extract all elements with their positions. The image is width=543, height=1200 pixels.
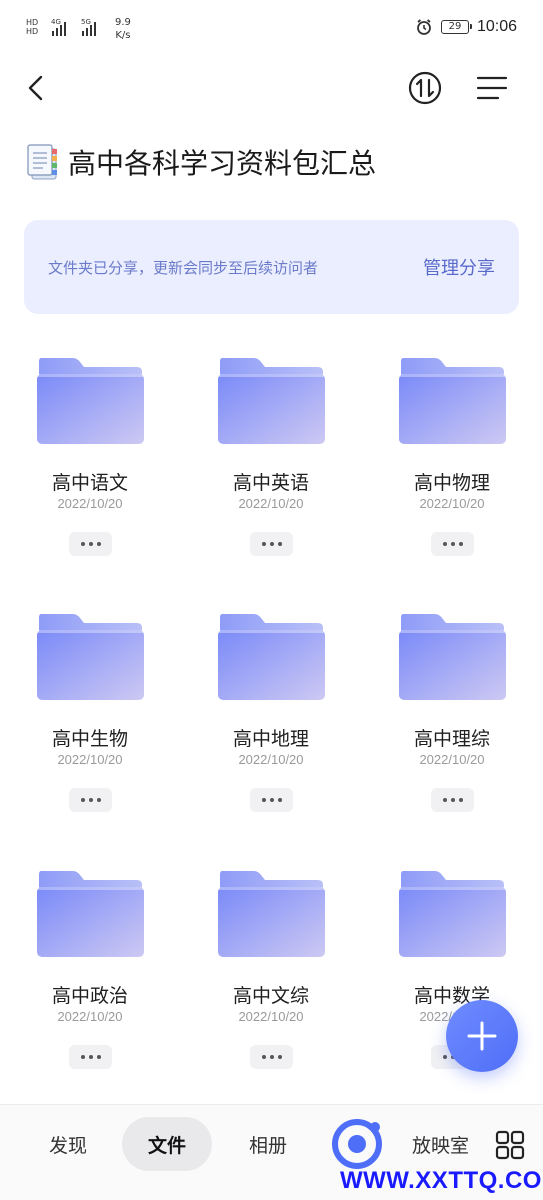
folder-icon (399, 358, 506, 444)
bottom-navigation: 发现 文件 相册 放映室 WWW.XXTTQ.COM (0, 1104, 543, 1200)
back-icon (28, 75, 43, 101)
folder-name: 高中语文 (51, 472, 128, 494)
plus-icon (467, 1021, 497, 1051)
more-options-button[interactable] (431, 532, 474, 556)
share-info-text: 文件夹已分享，更新会同步至后续访问者 (48, 258, 319, 277)
folder-item[interactable]: 高中政治 2022/10/20 (0, 853, 180, 1103)
more-options-button[interactable] (250, 1045, 293, 1069)
folder-item[interactable]: 高中物理 2022/10/20 (362, 340, 542, 590)
folder-name: 高中地理 (232, 728, 309, 750)
page-title: 高中各科学习资料包汇总 (68, 147, 377, 180)
folder-date: 2022/10/20 (419, 496, 485, 511)
more-options-button[interactable] (250, 532, 293, 556)
network-speed: 9.9 K/s (115, 16, 131, 42)
folder-name: 高中英语 (232, 472, 309, 494)
page-title-row: 高中各科学习资料包汇总 (26, 142, 376, 182)
sim-indicators: HD HD (26, 18, 38, 36)
network-type-1: 4G (51, 18, 61, 26)
folder-date: 2022/10/20 (57, 1009, 123, 1024)
folder-date: 2022/10/20 (57, 752, 123, 767)
folder-icon (37, 614, 144, 700)
folder-icon (399, 614, 506, 700)
clock: 10:06 (476, 18, 517, 35)
folder-item[interactable]: 高中地理 2022/10/20 (181, 596, 361, 846)
document-stack-icon (27, 144, 57, 180)
folder-icon (218, 871, 325, 957)
more-options-button[interactable] (69, 532, 112, 556)
folder-item[interactable]: 高中文综 2022/10/20 (181, 853, 361, 1103)
folder-name: 高中文综 (232, 985, 309, 1007)
nav-screening-room[interactable]: 放映室 (412, 1117, 488, 1171)
signal-icon: 5G (81, 18, 96, 36)
apps-grid-icon[interactable] (494, 1129, 526, 1161)
battery-icon: 29 (440, 20, 472, 34)
battery-level: 29 (448, 21, 462, 32)
signal-icon: 4G (51, 18, 66, 36)
folder-icon (399, 871, 506, 957)
folder-item[interactable]: 高中语文 2022/10/20 (0, 340, 180, 590)
folder-name: 高中数学 (413, 985, 490, 1007)
sort-icon (408, 71, 442, 105)
more-options-button[interactable] (69, 1045, 112, 1069)
speed-unit: K/s (115, 30, 131, 41)
folder-date: 2022/10/20 (57, 496, 123, 511)
nav-discover[interactable]: 发现 (26, 1117, 110, 1171)
share-banner: 文件夹已分享，更新会同步至后续访问者 管理分享 (24, 220, 519, 314)
more-options-button[interactable] (250, 788, 293, 812)
app-logo-icon[interactable] (330, 1117, 384, 1171)
speed-value: 9.9 (115, 17, 131, 28)
folder-icon (37, 358, 144, 444)
nav-album[interactable]: 相册 (226, 1117, 310, 1171)
folder-name: 高中生物 (51, 728, 128, 750)
sim2-label: HD (26, 27, 39, 36)
folder-icon (37, 871, 144, 957)
menu-button[interactable] (474, 70, 510, 106)
more-options-button[interactable] (431, 788, 474, 812)
folder-date: 2022/10/20 (419, 752, 485, 767)
sim1-label: HD (26, 18, 39, 27)
nav-files[interactable]: 文件 (122, 1117, 212, 1171)
folder-date: 2022/10/20 (238, 496, 304, 511)
folder-name: 高中政治 (51, 985, 128, 1007)
watermark: WWW.XXTTQ.COM (340, 1167, 543, 1194)
manage-share-button[interactable]: 管理分享 (423, 254, 495, 280)
folder-icon (218, 614, 325, 700)
menu-icon (476, 76, 508, 100)
folder-item[interactable]: 高中数学 2022/10/20 (362, 853, 542, 1103)
network-type-2: 5G (81, 18, 91, 26)
add-button[interactable] (446, 1000, 518, 1072)
folder-name: 高中物理 (413, 472, 490, 494)
folder-name: 高中理综 (413, 728, 490, 750)
folder-item[interactable]: 高中生物 2022/10/20 (0, 596, 180, 846)
folder-date: 2022/10/20 (238, 1009, 304, 1024)
status-bar: HD HD 4G 5G 9.9 K/s 29 10:06 (0, 0, 543, 60)
folder-item[interactable]: 高中英语 2022/10/20 (181, 340, 361, 590)
alarm-icon (417, 19, 431, 35)
back-button[interactable] (18, 70, 54, 106)
folder-date: 2022/10/20 (238, 752, 304, 767)
folder-icon (218, 358, 325, 444)
sort-button[interactable] (407, 70, 443, 106)
more-options-button[interactable] (69, 788, 112, 812)
folder-item[interactable]: 高中理综 2022/10/20 (362, 596, 542, 846)
